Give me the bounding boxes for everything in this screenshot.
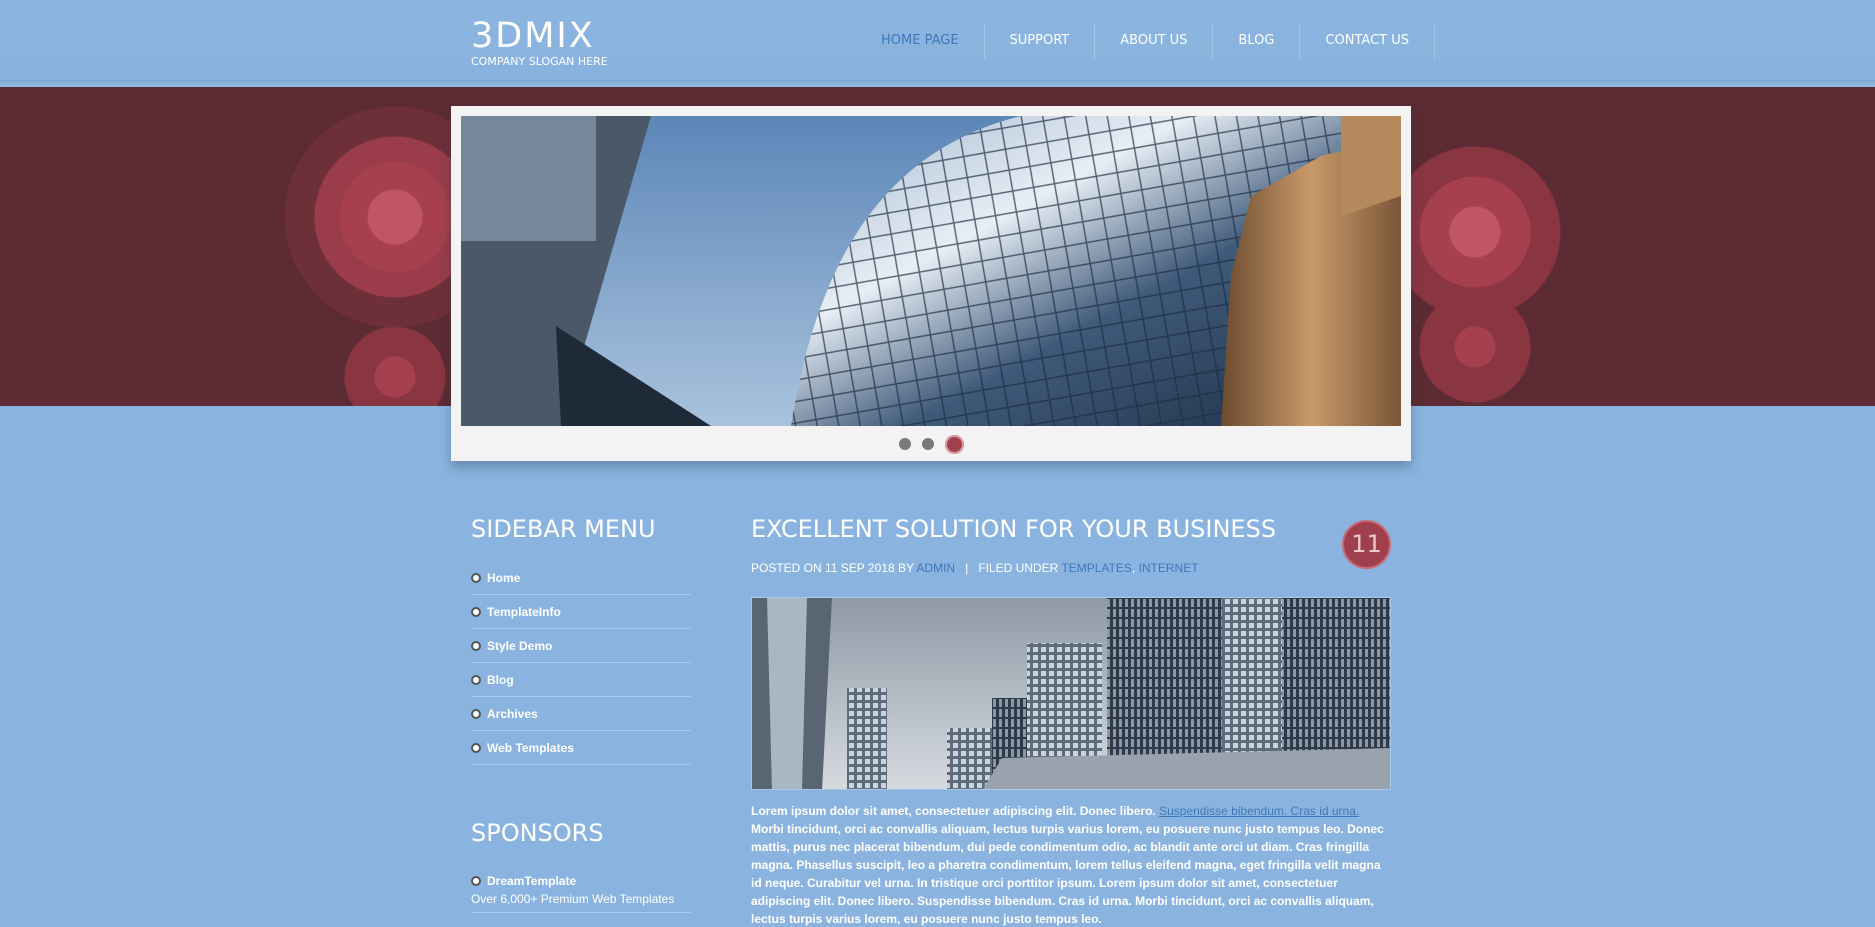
slider-dot-2[interactable] <box>921 438 934 450</box>
nav-blog[interactable]: BLOG <box>1213 23 1301 59</box>
category-separator: , <box>1131 561 1136 575</box>
sponsor-item: DreamTemplate Over 6,000+ Premium Web Te… <box>471 874 691 913</box>
sidebar-item-home[interactable]: Home <box>471 561 691 595</box>
nav-home-page[interactable]: HOME PAGE <box>856 23 985 59</box>
bullet-icon <box>471 572 481 583</box>
bullet-icon <box>471 742 481 753</box>
author-link[interactable]: ADMIN <box>916 561 955 575</box>
nav-support[interactable]: SUPPORT <box>985 23 1096 59</box>
post-date-badge: 11 <box>1342 520 1391 569</box>
image-slider <box>451 106 1411 461</box>
post-image-skyscrapers <box>751 597 1391 790</box>
post-text-rest: Morbi tincidunt, orci ac convallis aliqu… <box>751 822 1384 926</box>
slider-pagination <box>451 432 1411 456</box>
site-slogan: COMPANY SLOGAN HERE <box>471 55 608 68</box>
bullet-icon <box>471 606 481 617</box>
category-link-internet[interactable]: INTERNET <box>1139 561 1199 575</box>
slide-photo <box>461 116 1401 426</box>
sidebar-item-label: Blog <box>487 672 514 687</box>
site-header: 3DMIX COMPANY SLOGAN HERE HOME PAGE SUPP… <box>0 0 1875 86</box>
sidebar-item-web-templates[interactable]: Web Templates <box>471 731 691 765</box>
sponsor-link[interactable]: DreamTemplate <box>471 874 691 888</box>
post-body: Lorem ipsum dolor sit amet, consectetuer… <box>751 802 1393 927</box>
sidebar-item-label: Home <box>487 570 521 585</box>
nav-contact-us[interactable]: CONTACT US <box>1300 23 1435 59</box>
sidebar-item-label: Web Templates <box>487 740 574 755</box>
sidebar-item-templateinfo[interactable]: TemplateInfo <box>471 595 691 629</box>
sidebar-item-label: Style Demo <box>487 638 553 653</box>
sidebar-item-label: TemplateInfo <box>487 604 561 619</box>
sponsor-list: DreamTemplate Over 6,000+ Premium Web Te… <box>471 874 691 913</box>
main-nav: HOME PAGE SUPPORT ABOUT US BLOG CONTACT … <box>856 23 1435 59</box>
slider-dot-1[interactable] <box>898 438 911 450</box>
post-meta: POSTED ON 11 SEP 2018 BY ADMIN | FILED U… <box>751 561 1199 575</box>
slider-dot-3[interactable] <box>944 434 964 454</box>
slide-image-glass-building[interactable] <box>461 116 1401 426</box>
sidebar-item-archives[interactable]: Archives <box>471 697 691 731</box>
sidebar-item-label: Archives <box>487 706 538 721</box>
nav-about-us[interactable]: ABOUT US <box>1095 23 1214 59</box>
post-date-text: POSTED ON 11 SEP 2018 BY <box>751 561 914 575</box>
post-inline-link[interactable]: Suspendisse bibendum. Cras id urna. <box>1159 804 1359 818</box>
sidebar-item-style-demo[interactable]: Style Demo <box>471 629 691 663</box>
bullet-icon <box>471 708 481 719</box>
post-photo <box>752 598 1390 789</box>
bullet-icon <box>471 674 481 685</box>
sidebar-menu: Home TemplateInfo Style Demo Blog Archiv… <box>471 561 691 765</box>
sidebar-item-blog[interactable]: Blog <box>471 663 691 697</box>
sidebar-menu-heading: SIDEBAR MENU <box>471 515 656 543</box>
post-text-intro: Lorem ipsum dolor sit amet, consectetuer… <box>751 804 1156 818</box>
bullet-icon <box>471 876 481 886</box>
filed-under-label: FILED UNDER <box>978 561 1059 575</box>
post-title[interactable]: EXCELLENT SOLUTION FOR YOUR BUSINESS <box>751 515 1276 543</box>
sponsors-heading: SPONSORS <box>471 819 604 847</box>
site-logo[interactable]: 3DMIX <box>471 16 595 56</box>
sponsor-description: Over 6,000+ Premium Web Templates <box>471 892 675 906</box>
sponsor-name: DreamTemplate <box>487 874 577 888</box>
category-link-templates[interactable]: TEMPLATES <box>1061 561 1131 575</box>
bullet-icon <box>471 640 481 651</box>
meta-separator: | <box>965 561 969 575</box>
